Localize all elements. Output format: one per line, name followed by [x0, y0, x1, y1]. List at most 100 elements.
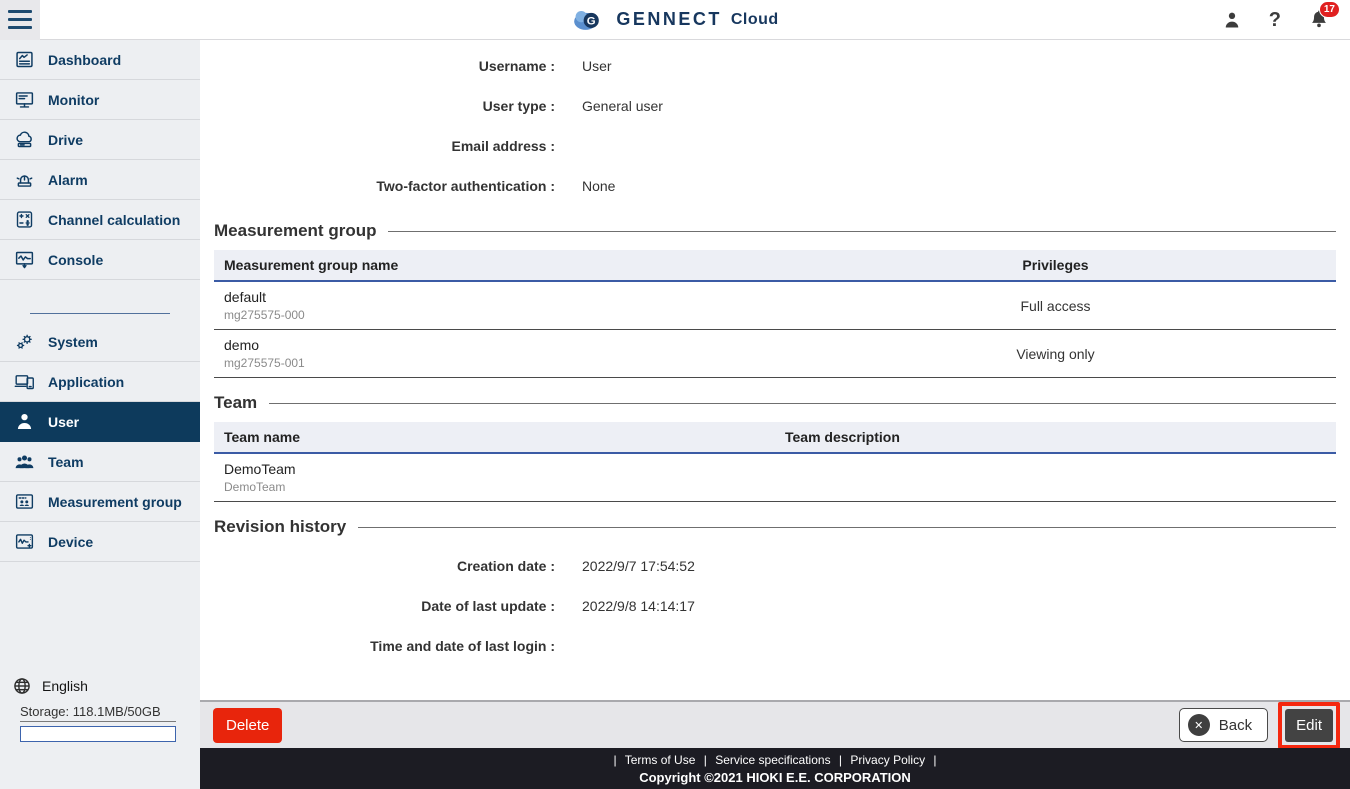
field-row-last-update: Date of last update : 2022/9/8 14:14:17: [214, 586, 1336, 626]
footer-link-privacy-policy[interactable]: Privacy Policy: [850, 753, 925, 767]
sidebar-item-alarm[interactable]: Alarm: [0, 160, 200, 200]
sidebar-item-drive[interactable]: Drive: [0, 120, 200, 160]
back-x-icon: ✕: [1187, 714, 1210, 736]
logo-cloud-label: Cloud: [730, 10, 779, 28]
sidebar-nav: Dashboard Monitor Drive Alarm Channel ca…: [0, 40, 200, 789]
footer-links: | Terms of Use | Service specifications …: [200, 753, 1350, 767]
field-value: 2022/9/8 14:14:17: [582, 598, 695, 614]
sidebar-item-label: Measurement group: [48, 493, 182, 510]
measurement-group-code: mg275575-000: [224, 308, 305, 322]
delete-button[interactable]: Delete: [213, 707, 283, 743]
account-icon[interactable]: [1222, 10, 1242, 30]
team-code: DemoTeam: [224, 480, 286, 494]
footer-separator: |: [703, 753, 707, 767]
sidebar-item-device[interactable]: Device: [0, 522, 200, 562]
header-actions: ? 17: [1222, 0, 1340, 40]
hamburger-menu-button[interactable]: [0, 0, 40, 40]
team-name: DemoTeam: [224, 461, 296, 477]
footer-separator: |: [933, 753, 937, 767]
storage-widget: Storage: 118.1MB/50GB: [20, 704, 176, 742]
edit-button[interactable]: Edit: [1285, 708, 1333, 742]
measurement-group-name: demo: [224, 337, 260, 353]
sidebar-item-label: Application: [48, 373, 125, 390]
edit-highlight-annotation: Edit: [1278, 701, 1340, 749]
user-detail-content: Username : User User type : General user…: [200, 40, 1350, 700]
section-rule: [269, 402, 1336, 404]
sidebar-item-label: System: [48, 333, 98, 350]
table-row[interactable]: default mg275575-000 Full access: [214, 281, 1336, 330]
column-header-privileges: Privileges: [775, 250, 1336, 282]
monitor-icon: [13, 89, 35, 111]
table-row[interactable]: demo mg275575-001 Viewing only: [214, 329, 1336, 378]
sidebar-divider: [0, 280, 200, 322]
sidebar-item-system[interactable]: System: [0, 322, 200, 362]
section-title: Revision history: [214, 517, 347, 536]
field-row-user-type: User type : General user: [214, 86, 1336, 126]
field-label: Email address :: [451, 138, 556, 154]
sidebar-footer: English Storage: 118.1MB/50GB: [0, 676, 200, 742]
footer-copyright: Copyright ©2021 HIOKI E.E. CORPORATION: [639, 770, 911, 785]
privilege-value: Full access: [775, 281, 1336, 330]
devices-icon: [13, 371, 35, 393]
measurement-group-section-header: Measurement group: [214, 221, 1336, 241]
team-table: Team name Team description DemoTeam Demo…: [214, 422, 1336, 502]
table-row[interactable]: DemoTeam DemoTeam: [214, 453, 1336, 502]
sidebar-item-label: Console: [48, 251, 104, 268]
alarm-siren-icon: [13, 169, 35, 191]
field-value: None: [582, 178, 616, 194]
dashboard-icon: [13, 49, 35, 71]
sidebar-item-team[interactable]: Team: [0, 442, 200, 482]
action-bar-right: ✕ Back Edit: [1178, 701, 1340, 749]
drive-cloud-icon: [13, 129, 35, 151]
gears-icon: [13, 331, 35, 353]
table-header-row: Team name Team description: [214, 422, 1336, 454]
console-waveform-icon: [13, 249, 35, 271]
field-row-last-login: Time and date of last login :: [214, 626, 1336, 666]
sidebar-item-application[interactable]: Application: [0, 362, 200, 402]
sidebar-item-console[interactable]: Console: [0, 240, 200, 280]
sidebar-item-label: Team: [48, 453, 84, 470]
storage-label: Storage: 118.1MB/50GB: [20, 704, 176, 722]
logo-wordmark: GENNECT: [616, 9, 722, 29]
team-group-icon: [13, 451, 35, 473]
field-label: Time and date of last login :: [370, 638, 555, 654]
field-label: Date of last update :: [421, 598, 555, 614]
sidebar-item-dashboard[interactable]: Dashboard: [0, 40, 200, 80]
footer-link-terms-of-use[interactable]: Terms of Use: [625, 753, 696, 767]
measurement-group-code: mg275575-001: [224, 356, 305, 370]
sidebar-item-channel-calculation[interactable]: Channel calculation: [0, 200, 200, 240]
top-header: G GENNECT Cloud ? 17: [0, 0, 1350, 40]
cloud-logo-icon: G: [571, 7, 607, 32]
table-header-row: Measurement group name Privileges: [214, 250, 1336, 282]
team-section-header: Team: [214, 393, 1336, 413]
field-row-two-factor: Two-factor authentication : None: [214, 166, 1336, 206]
bottom-action-bar: Delete ✕ Back Edit: [200, 700, 1350, 749]
notifications-button[interactable]: 17: [1308, 1, 1340, 31]
sidebar-item-measurement-group[interactable]: Measurement group: [0, 482, 200, 522]
back-button[interactable]: ✕ Back: [1178, 708, 1269, 742]
gennect-cloud-logo: G GENNECT Cloud: [571, 7, 778, 32]
language-label: English: [42, 678, 88, 694]
user-icon: [13, 411, 35, 433]
back-button-label: Back: [1218, 716, 1253, 734]
sidebar-item-user[interactable]: User: [0, 402, 200, 442]
field-label: User type :: [482, 98, 555, 114]
field-value: User: [582, 58, 612, 74]
sidebar-item-label: Channel calculation: [48, 211, 181, 228]
sidebar-item-label: Device: [48, 533, 94, 550]
sidebar-item-monitor[interactable]: Monitor: [0, 80, 200, 120]
language-selector[interactable]: English: [0, 676, 200, 696]
section-title: Team: [214, 393, 258, 412]
footer-link-service-specifications[interactable]: Service specifications: [715, 753, 830, 767]
device-instrument-icon: [13, 531, 35, 553]
field-row-creation-date: Creation date : 2022/9/7 17:54:52: [214, 546, 1336, 586]
help-icon[interactable]: ?: [1269, 9, 1281, 32]
section-rule: [358, 526, 1336, 528]
revision-history-section-header: Revision history: [214, 517, 1336, 537]
column-header-team-description: Team description: [775, 422, 1336, 454]
sidebar-item-label: User: [48, 413, 80, 430]
svg-text:G: G: [587, 16, 596, 28]
footer-separator: |: [613, 753, 617, 767]
measurement-group-icon: [13, 491, 35, 513]
sidebar-item-label: Monitor: [48, 91, 100, 108]
